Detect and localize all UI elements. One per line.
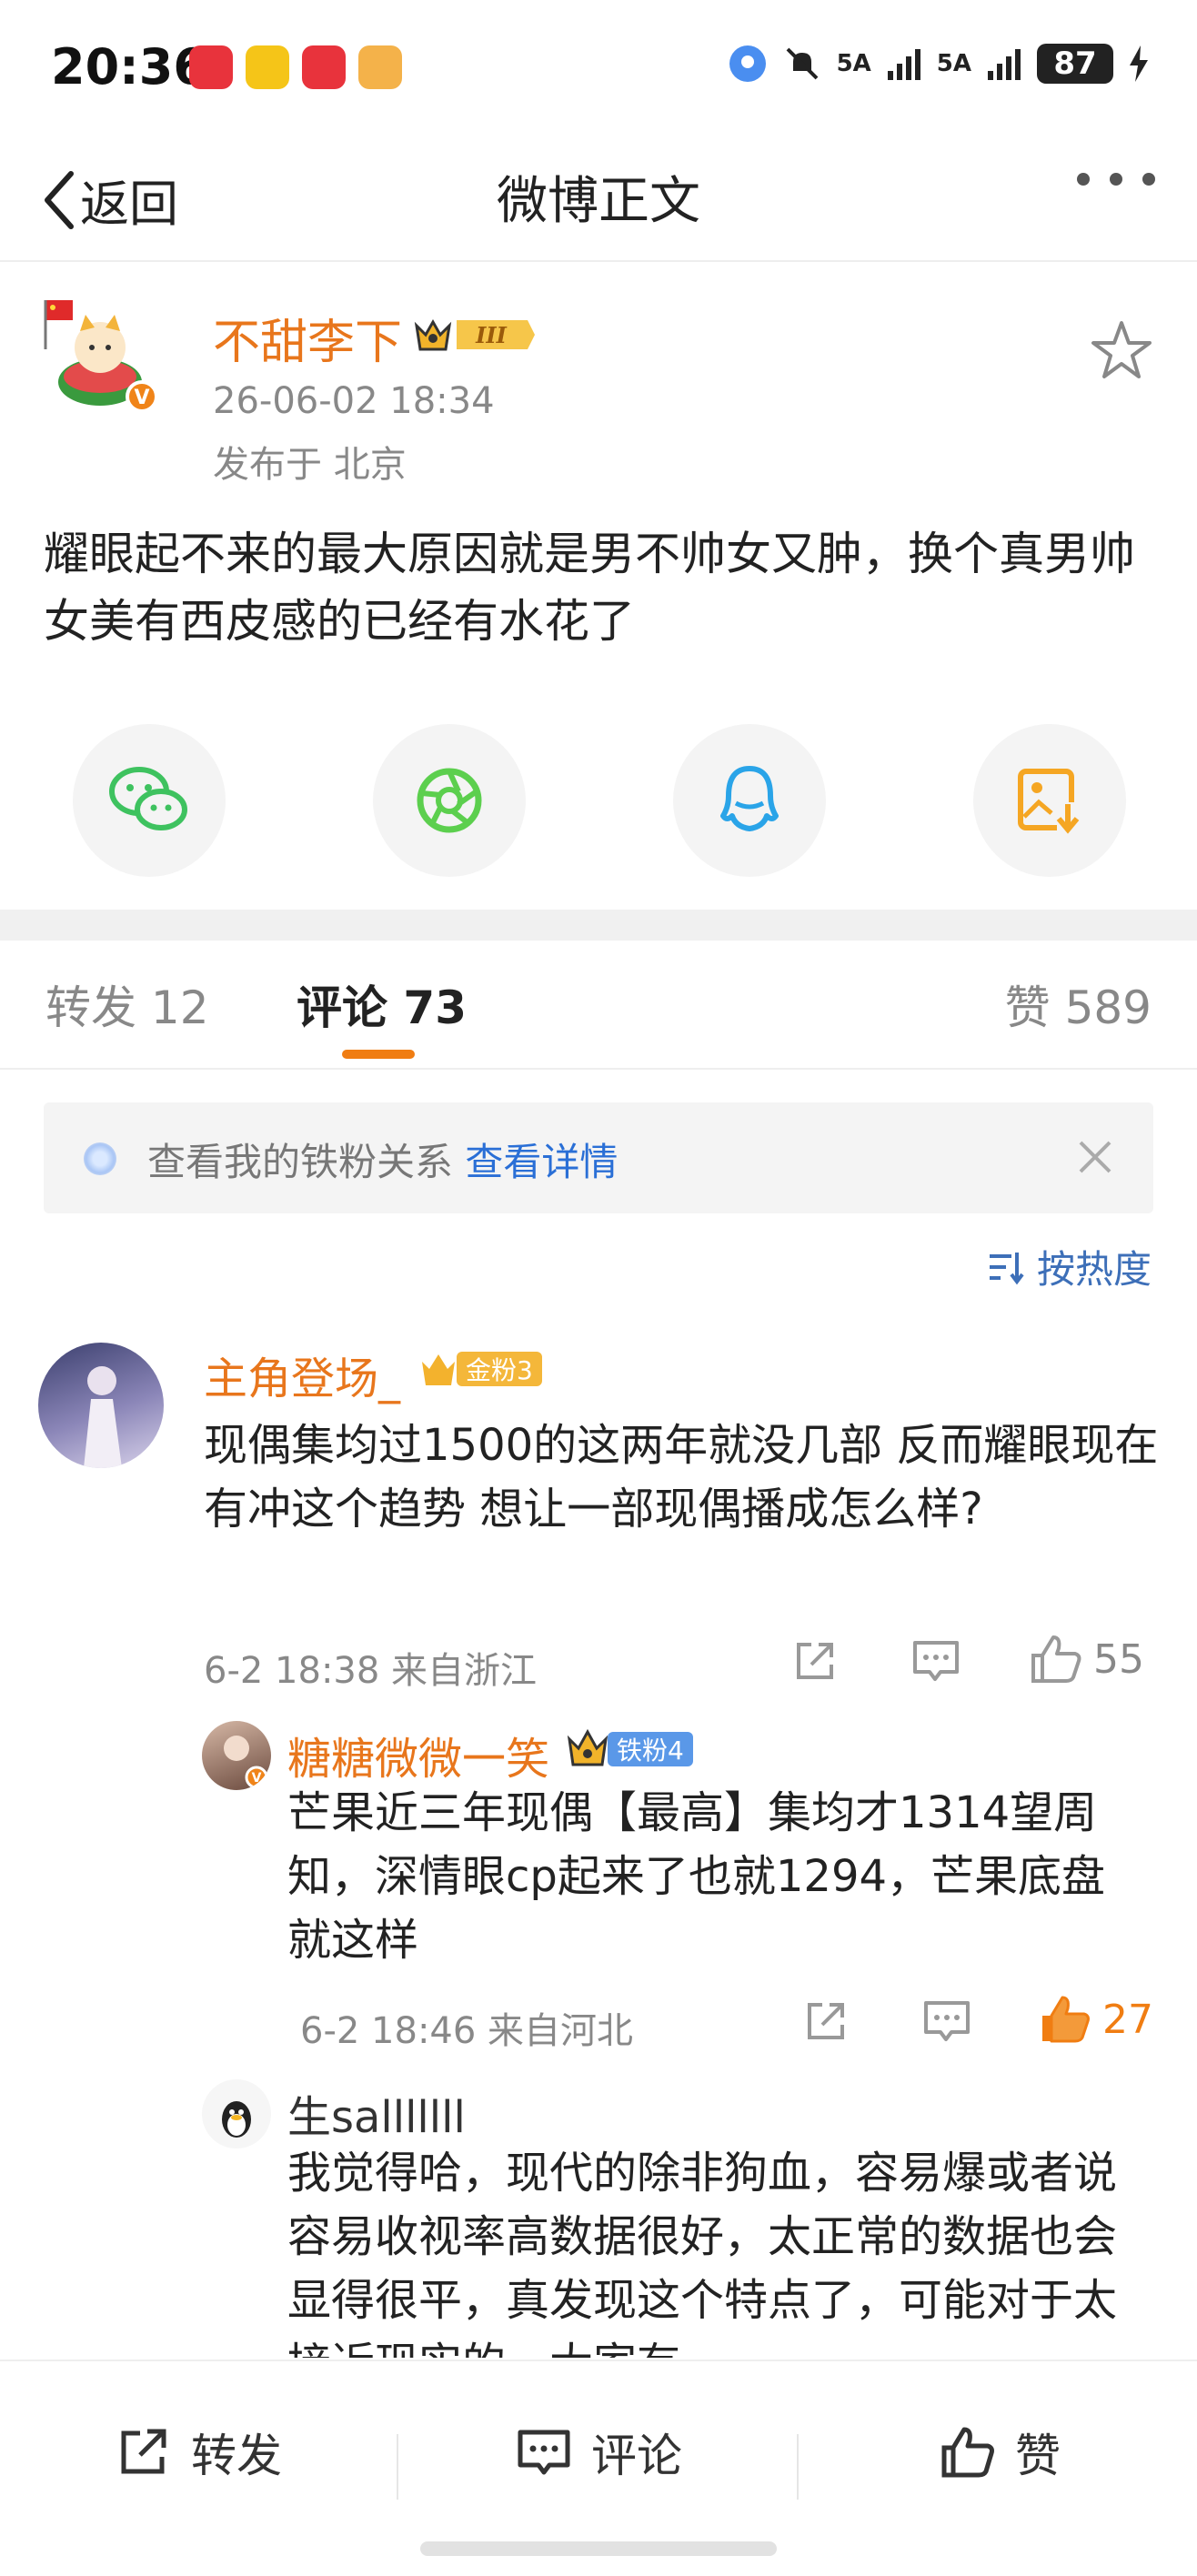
repost-icon xyxy=(121,2429,166,2474)
tab-like-count: 589 xyxy=(1064,981,1152,1034)
save-image-icon xyxy=(1018,769,1082,834)
like-button[interactable]: 赞 xyxy=(940,2420,1061,2485)
tab-like[interactable]: 赞 589 xyxy=(1005,971,1152,1037)
signal-icon-1 xyxy=(887,49,920,80)
notification-icons xyxy=(189,45,402,89)
battery-level: 87 xyxy=(1037,44,1113,84)
page-title: 微博正文 xyxy=(497,172,700,231)
bottom-separator xyxy=(397,2434,398,2500)
signal-icon-2 xyxy=(988,49,1021,80)
post-body: 耀眼起不来的最大原因就是男不帅女又肿，换个真男帅女美有西皮感的已经有水花了 xyxy=(44,528,1135,648)
mute-icon xyxy=(786,47,818,80)
bottom-separator xyxy=(797,2434,799,2500)
banner-text: 查看我的铁粉关系 查看详情 xyxy=(147,1132,618,1187)
tab-repost[interactable]: 转发 12 xyxy=(45,971,209,1037)
tab-like-label: 赞 xyxy=(1004,981,1051,1034)
comment-label: 评论 xyxy=(591,2430,682,2482)
favorite-star-icon[interactable] xyxy=(1090,318,1153,382)
svg-text:III: III xyxy=(475,322,507,348)
tab-comment-label: 评论 xyxy=(297,981,387,1034)
reply-comment-button[interactable] xyxy=(922,1997,971,2045)
share-wechat-button[interactable] xyxy=(73,724,226,877)
like-count: 55 xyxy=(1093,1635,1144,1683)
signal-label-1: 5A xyxy=(836,50,871,77)
tab-comment-count: 73 xyxy=(403,981,468,1034)
home-indicator[interactable] xyxy=(420,2541,777,2556)
post-time: 26-06-02 18:34 xyxy=(213,380,495,422)
commenter-avatar[interactable] xyxy=(38,1343,164,1468)
replier2-name[interactable]: 生salllllll xyxy=(287,2081,466,2145)
signal-label-2: 5A xyxy=(936,50,971,77)
location-icon xyxy=(729,45,766,82)
moments-icon xyxy=(417,768,482,833)
reply-text: 芒果近三年现偶【最高】集均才1314望周知，深情眼cp起来了也就1294，芒果底… xyxy=(287,1787,1106,1966)
iron-fan-level: 铁粉4 xyxy=(608,1732,693,1766)
fan-relation-icon xyxy=(84,1142,116,1175)
thumbs-up-icon xyxy=(1031,1635,1081,1683)
share-icon xyxy=(797,1643,833,1679)
share-qq-button[interactable] xyxy=(673,724,826,877)
iron-fan-banner[interactable]: 查看我的铁粉关系 查看详情 xyxy=(44,1102,1153,1213)
commenter-name[interactable]: 主角登场_ xyxy=(204,1343,400,1406)
svg-text:V: V xyxy=(134,387,149,409)
reply-like-button[interactable]: 27 xyxy=(1039,1994,1153,2045)
reply-share-button[interactable] xyxy=(802,1997,850,2045)
wechat-icon xyxy=(109,767,187,830)
charging-icon xyxy=(1130,45,1148,82)
app-notification-icon xyxy=(358,45,402,89)
post-location: 发布于 北京 xyxy=(213,444,407,486)
qq-icon xyxy=(720,766,779,831)
member-crown-badge-icon: III xyxy=(414,318,535,351)
weibo-icon xyxy=(246,45,289,89)
app-gallery-icon xyxy=(189,45,233,89)
reply2-text: 我觉得哈，现代的除非狗血，容易爆或者说容易收视率高数据很好，太正常的数据也会显得… xyxy=(287,2148,1118,2358)
banner-label: 查看我的铁粉关系 xyxy=(147,1140,454,1184)
close-icon[interactable] xyxy=(1073,1135,1117,1179)
svg-text:V: V xyxy=(252,1771,262,1786)
comment-icon xyxy=(924,2001,970,2041)
thumbs-up-icon xyxy=(941,2427,994,2478)
comment-reply-button[interactable] xyxy=(911,1637,961,1685)
comment-button[interactable]: 评论 xyxy=(517,2420,682,2485)
share-icon xyxy=(808,2003,844,2039)
repost-button[interactable]: 转发 xyxy=(116,2420,282,2485)
nav-bar: 返回 微博正文 xyxy=(0,136,1197,262)
banner-details-link[interactable]: 查看详情 xyxy=(465,1140,618,1184)
status-bar: 20:36 5A 5A 87 xyxy=(0,0,1197,136)
replier-name[interactable]: 糖糖微微一笑 xyxy=(287,1723,549,1786)
comment-like-button[interactable]: 55 xyxy=(1030,1634,1144,1685)
repost-label: 转发 xyxy=(191,2430,282,2482)
replier-avatar[interactable]: V xyxy=(202,1721,271,1790)
gold-fan-level: 金粉3 xyxy=(457,1352,542,1386)
reply-meta: 6-2 18:46 来自河北 xyxy=(300,2010,634,2052)
tab-comment[interactable]: 评论 73 xyxy=(297,971,467,1037)
gold-fan-badge: 金粉3 xyxy=(420,1348,542,1390)
sort-by-hot-button[interactable]: 按热度 xyxy=(988,1239,1152,1294)
author-name[interactable]: 不甜李下 xyxy=(213,304,402,372)
sort-label: 按热度 xyxy=(1036,1247,1152,1292)
comment-icon xyxy=(518,2430,570,2475)
comment-text: 现偶集均过1500的这两年就没几部 反而耀眼现在有冲这个趋势 想让一部现偶播成怎… xyxy=(204,1420,1159,1535)
gold-fan-crown-icon xyxy=(422,1354,455,1385)
thumbs-up-filled-icon xyxy=(1042,1996,1090,2043)
tab-divider xyxy=(0,1068,1197,1070)
tab-repost-label: 转发 xyxy=(45,981,136,1034)
tab-repost-count: 12 xyxy=(150,981,209,1034)
section-divider xyxy=(0,910,1197,941)
active-tab-indicator xyxy=(342,1050,415,1059)
author-avatar[interactable]: V xyxy=(42,295,160,413)
comment-icon xyxy=(913,1641,959,1681)
share-moments-button[interactable] xyxy=(373,724,526,877)
comment-share-button[interactable] xyxy=(791,1637,839,1685)
missed-call-icon xyxy=(302,45,346,89)
sort-icon xyxy=(989,1252,1024,1284)
like-label: 赞 xyxy=(1015,2430,1061,2482)
save-image-button[interactable] xyxy=(973,724,1126,877)
more-options-icon[interactable] xyxy=(1077,173,1155,186)
clock: 20:36 xyxy=(51,38,207,96)
replier2-avatar[interactable] xyxy=(202,2079,271,2148)
comment-meta: 6-2 18:38 来自浙江 xyxy=(204,1650,538,1692)
reply-like-count: 27 xyxy=(1102,1996,1153,2043)
iron-fan-badge: 铁粉4 xyxy=(566,1728,693,1770)
